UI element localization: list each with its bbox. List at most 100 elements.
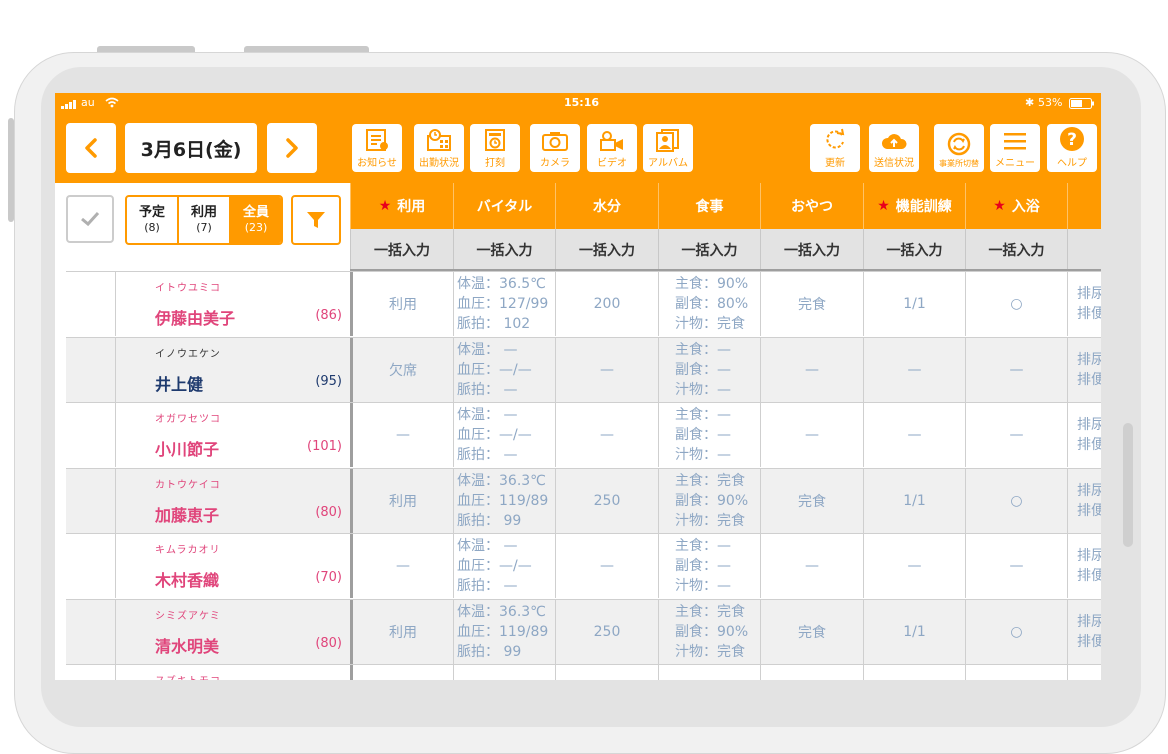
snack-cell[interactable]: — [760, 337, 863, 402]
column-header-1[interactable]: バイタル [453, 183, 555, 229]
water-cell[interactable]: 200 [555, 272, 658, 336]
water-cell[interactable]: — [555, 534, 658, 598]
vital-cell[interactable]: 体温： — 血圧：—/— 脈拍： — [453, 534, 555, 598]
bath-cell[interactable]: — [965, 337, 1067, 402]
excretion-cell[interactable]: 排尿 排便 [1067, 599, 1101, 664]
row-select-cell[interactable] [66, 272, 116, 336]
row-select-cell[interactable] [66, 665, 116, 680]
water-cell[interactable]: 250 [555, 468, 658, 533]
vital-cell[interactable]: 体温：36.5℃ 血圧：127/99 脈拍： 102 [453, 272, 555, 336]
refresh-button[interactable]: 更新 [810, 124, 860, 172]
training-cell[interactable]: — [863, 534, 965, 598]
training-cell[interactable]: — [863, 337, 965, 402]
resident-cell[interactable]: イトウユミコ 伊藤由美子 (86) [66, 272, 350, 337]
resident-cell[interactable]: イノウエケン 井上健 (95) [66, 337, 350, 403]
training-cell[interactable]: 1/1 [863, 468, 965, 533]
training-cell[interactable]: 1/1 [863, 599, 965, 664]
resident-cell[interactable]: キムラカオリ 木村香織 (70) [66, 534, 350, 599]
use-cell[interactable]: — [350, 403, 453, 467]
send-status-button[interactable]: 送信状況 [869, 124, 919, 172]
row-select-cell[interactable] [66, 534, 116, 598]
use-cell[interactable]: 利用 [350, 599, 453, 664]
row-select-cell[interactable] [66, 337, 116, 402]
row-select-cell[interactable] [66, 403, 116, 467]
table-row[interactable]: オガワセツコ 小川節子 (101) — 体温： — 血圧：—/— 脈拍： — — 主食：— 副食：… [66, 402, 1101, 467]
punch-clock-button[interactable]: 打刻 [470, 124, 520, 172]
bulk-input-button[interactable]: 一括入力 [350, 229, 453, 271]
bath-cell[interactable]: ○ [965, 468, 1067, 533]
training-cell[interactable] [863, 665, 965, 680]
meal-cell[interactable]: 主食：— 副食：— 汁物：— [658, 337, 760, 402]
meal-cell[interactable]: 主食：— 副食：— 汁物：— [658, 403, 760, 467]
training-cell[interactable]: 1/1 [863, 272, 965, 336]
album-button[interactable]: アルバム [643, 124, 693, 172]
tab-using[interactable]: 利用 (7) [177, 197, 229, 243]
column-header-5[interactable]: ★ 機能訓練 [863, 183, 965, 229]
excretion-cell[interactable]: 排尿 排便 [1067, 534, 1101, 598]
bath-cell[interactable]: ○ [965, 272, 1067, 336]
snack-cell[interactable]: 完食 [760, 468, 863, 533]
meal-cell[interactable]: 主食：— 副食：— 汁物：— [658, 534, 760, 598]
vital-cell[interactable]: 体温：36.3℃ [453, 665, 555, 680]
tab-all[interactable]: 全員 (23) [229, 197, 281, 243]
excretion-cell[interactable]: 排尿 排便 [1067, 468, 1101, 533]
water-cell[interactable]: — [555, 337, 658, 402]
resident-cell[interactable]: オガワセツコ 小川節子 (101) [66, 403, 350, 468]
bath-cell[interactable] [965, 665, 1067, 680]
current-date[interactable]: 3月6日(金) [125, 123, 257, 173]
bath-cell[interactable]: — [965, 534, 1067, 598]
notice-button[interactable]: お知らせ [352, 124, 402, 172]
excretion-cell[interactable]: 排尿 [1067, 665, 1101, 680]
row-select-cell[interactable] [66, 599, 116, 664]
bulk-input-button[interactable]: 一括入力 [658, 229, 760, 271]
resident-cell[interactable]: シミズアケミ 清水明美 (80) [66, 599, 350, 665]
vital-cell[interactable]: 体温：36.3℃ 血圧：119/89 脈拍： 99 [453, 468, 555, 533]
snack-cell[interactable]: 完食 [760, 272, 863, 336]
water-cell[interactable] [555, 665, 658, 680]
use-cell[interactable]: — [350, 534, 453, 598]
column-header-0[interactable]: ★ 利用 [350, 183, 453, 229]
column-header-3[interactable]: 食事 [658, 183, 760, 229]
next-date-button[interactable] [267, 123, 317, 173]
resident-cell[interactable]: スズキトモコ(72 [66, 665, 350, 680]
meal-cell[interactable]: 主食：90% 副食：80% 汁物：完食 [658, 272, 760, 336]
vital-cell[interactable]: 体温： — 血圧：—/— 脈拍： — [453, 403, 555, 467]
table-row[interactable]: イトウユミコ 伊藤由美子 (86) 利用 体温：36.5℃ 血圧：127/99 脈拍： 10… [66, 271, 1101, 336]
table-row[interactable]: スズキトモコ(72 体温：36.3℃ 主食：完食 排尿 [66, 664, 1101, 680]
bulk-input-button[interactable]: 一括入力 [965, 229, 1067, 271]
switch-office-button[interactable]: 事業所切替 [934, 124, 984, 172]
row-select-cell[interactable] [66, 468, 116, 533]
water-cell[interactable]: — [555, 403, 658, 467]
video-button[interactable]: ビデオ [587, 124, 637, 172]
use-cell[interactable]: 利用 [350, 272, 453, 336]
meal-cell[interactable]: 主食：完食 [658, 665, 760, 680]
snack-cell[interactable]: — [760, 534, 863, 598]
menu-button[interactable]: メニュー [990, 124, 1040, 172]
meal-cell[interactable]: 主食：完食 副食：90% 汁物：完食 [658, 599, 760, 664]
table-row[interactable]: イノウエケン 井上健 (95) 欠席 体温： — 血圧：—/— 脈拍： — — 主食：— 副食：—… [66, 336, 1101, 403]
filter-button[interactable] [291, 195, 341, 245]
bulk-input-button[interactable]: 一括入力 [453, 229, 555, 271]
excretion-cell[interactable]: 排尿 排便 [1067, 403, 1101, 467]
vital-cell[interactable]: 体温：36.3℃ 血圧：119/89 脈拍： 99 [453, 599, 555, 664]
bulk-input-button[interactable]: 一括入力 [863, 229, 965, 271]
use-cell[interactable] [350, 665, 453, 680]
snack-cell[interactable]: — [760, 403, 863, 467]
bulk-input-button-partial[interactable]: 一 [1067, 229, 1101, 271]
column-header-2[interactable]: 水分 [555, 183, 658, 229]
meal-cell[interactable]: 主食：完食 副食：90% 汁物：完食 [658, 468, 760, 533]
column-header-partial[interactable] [1067, 183, 1101, 229]
use-cell[interactable]: 欠席 [350, 337, 453, 402]
bulk-input-button[interactable]: 一括入力 [760, 229, 863, 271]
table-row[interactable]: キムラカオリ 木村香織 (70) — 体温： — 血圧：—/— 脈拍： — — 主食：— 副食：—… [66, 533, 1101, 598]
prev-date-button[interactable] [66, 123, 116, 173]
excretion-cell[interactable]: 排尿 排便 [1067, 272, 1101, 336]
column-header-6[interactable]: ★ 入浴 [965, 183, 1067, 229]
resident-cell[interactable]: カトウケイコ 加藤恵子 (80) [66, 468, 350, 534]
snack-cell[interactable] [760, 665, 863, 680]
table-row[interactable]: カトウケイコ 加藤恵子 (80) 利用 体温：36.3℃ 血圧：119/89 脈拍： 99 2… [66, 467, 1101, 534]
attendance-button[interactable]: 出勤状況 [414, 124, 464, 172]
bath-cell[interactable]: ○ [965, 599, 1067, 664]
excretion-cell[interactable]: 排尿 排便 [1067, 337, 1101, 402]
bulk-input-button[interactable]: 一括入力 [555, 229, 658, 271]
